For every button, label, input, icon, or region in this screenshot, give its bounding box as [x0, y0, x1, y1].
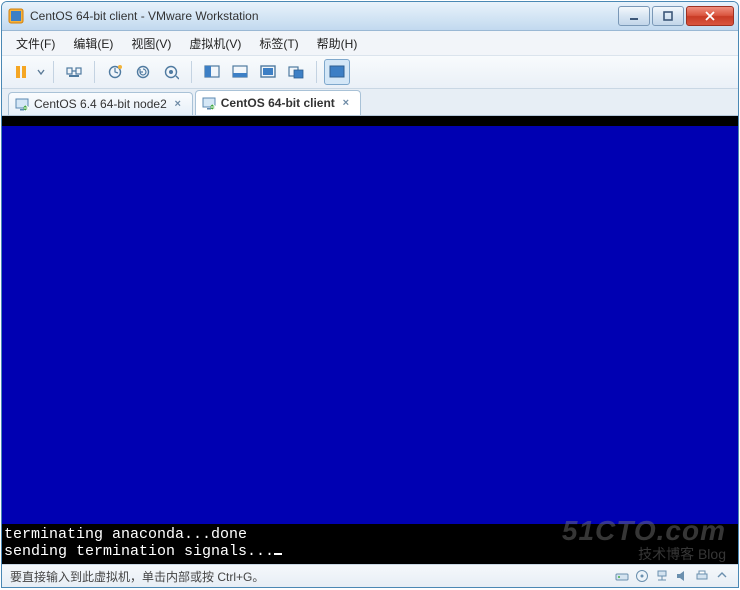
separator	[53, 61, 54, 83]
power-dropdown[interactable]	[36, 60, 46, 84]
status-hint: 要直接输入到此虚拟机，单击内部或按 Ctrl+G。	[10, 568, 264, 585]
separator	[94, 61, 95, 83]
minimize-button[interactable]	[618, 6, 650, 26]
tab-centos-node2[interactable]: CentOS 6.4 64-bit node2 ×	[8, 92, 193, 115]
devices-icon	[66, 65, 82, 79]
expand-icon[interactable]	[714, 568, 730, 584]
devices-button[interactable]	[61, 59, 87, 85]
snapshot-new-icon	[107, 64, 123, 80]
fullscreen-icon	[260, 65, 276, 79]
app-window: CentOS 64-bit client - VMware Workstatio…	[1, 1, 739, 588]
pause-button[interactable]	[8, 59, 34, 85]
tab-label: CentOS 64-bit client	[221, 96, 335, 110]
separator	[191, 61, 192, 83]
menu-file[interactable]: 文件(F)	[8, 33, 63, 54]
menubar: 文件(F) 编辑(E) 视图(V) 虚拟机(V) 标签(T) 帮助(H)	[2, 31, 738, 56]
tab-centos-client[interactable]: CentOS 64-bit client ×	[195, 90, 361, 115]
unity-icon	[288, 65, 304, 79]
vm-icon	[15, 97, 29, 111]
chevron-down-icon	[37, 68, 45, 76]
unity-button[interactable]	[283, 59, 309, 85]
vm-icon	[202, 96, 216, 110]
stretch-icon	[329, 65, 345, 79]
app-icon	[8, 8, 24, 24]
console-output: terminating anaconda...done sending term…	[2, 524, 738, 564]
snapshot-restore-button[interactable]	[130, 59, 156, 85]
snapshot-new-button[interactable]	[102, 59, 128, 85]
network-icon[interactable]	[654, 568, 670, 584]
menu-vm[interactable]: 虚拟机(V)	[181, 33, 249, 54]
menu-edit[interactable]: 编辑(E)	[65, 33, 121, 54]
snapshot-restore-icon	[135, 64, 151, 80]
menu-help[interactable]: 帮助(H)	[309, 33, 366, 54]
show-console-icon	[204, 65, 220, 79]
console-line: terminating anaconda...done	[4, 526, 247, 543]
thumbnail-bar-button[interactable]	[227, 59, 253, 85]
minimize-icon	[629, 11, 639, 21]
tabstrip: CentOS 6.4 64-bit node2 × CentOS 64-bit …	[2, 89, 738, 116]
stretch-guest-button[interactable]	[324, 59, 350, 85]
menu-view[interactable]: 视图(V)	[123, 33, 179, 54]
fullscreen-button[interactable]	[255, 59, 281, 85]
sound-icon[interactable]	[674, 568, 690, 584]
text-cursor	[274, 553, 282, 555]
tab-close-button[interactable]: ×	[172, 98, 184, 110]
guest-display[interactable]: terminating anaconda...done sending term…	[2, 116, 738, 564]
window-controls	[618, 6, 734, 26]
titlebar: CentOS 64-bit client - VMware Workstatio…	[2, 2, 738, 31]
menu-tabs[interactable]: 标签(T)	[251, 33, 306, 54]
tab-label: CentOS 6.4 64-bit node2	[34, 97, 167, 111]
toolbar	[2, 56, 738, 89]
guest-framebuffer	[2, 126, 738, 554]
window-title: CentOS 64-bit client - VMware Workstatio…	[30, 9, 618, 23]
hdd-icon[interactable]	[614, 568, 630, 584]
tab-close-button[interactable]: ×	[340, 97, 352, 109]
statusbar: 要直接输入到此虚拟机，单击内部或按 Ctrl+G。	[2, 564, 738, 587]
pause-icon	[14, 65, 28, 79]
cd-icon[interactable]	[634, 568, 650, 584]
maximize-icon	[663, 11, 673, 21]
show-console-button[interactable]	[199, 59, 225, 85]
snapshot-manager-icon	[163, 64, 179, 80]
separator	[316, 61, 317, 83]
thumbnail-bar-icon	[232, 65, 248, 79]
printer-icon[interactable]	[694, 568, 710, 584]
close-button[interactable]	[686, 6, 734, 26]
console-line: sending termination signals...	[4, 543, 274, 560]
status-device-icons	[614, 568, 730, 584]
close-icon	[704, 11, 716, 21]
maximize-button[interactable]	[652, 6, 684, 26]
snapshot-manager-button[interactable]	[158, 59, 184, 85]
